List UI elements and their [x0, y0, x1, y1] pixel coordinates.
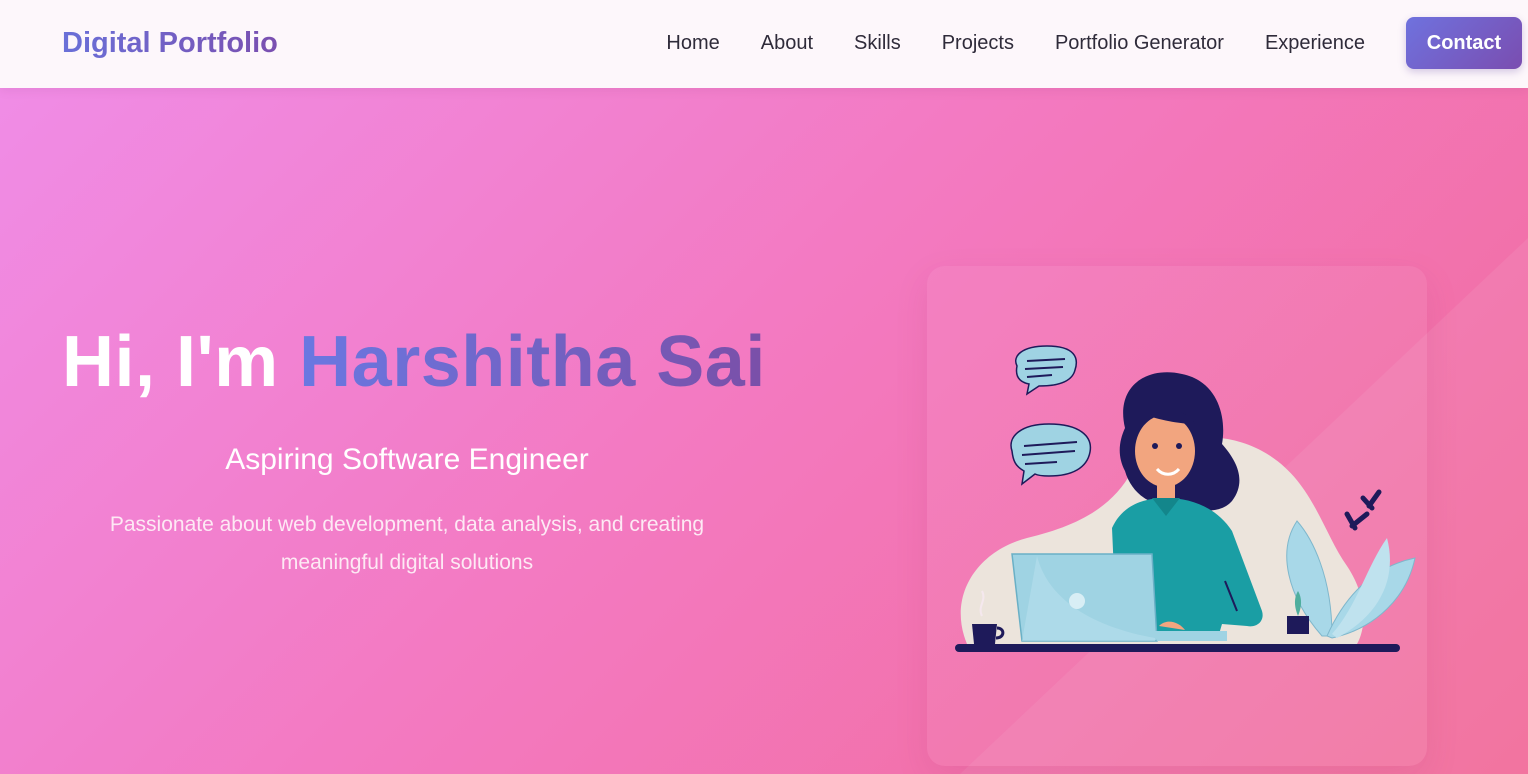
top-navbar: Digital Portfolio Home About Skills Proj…	[0, 0, 1528, 88]
nav-link-experience[interactable]: Experience	[1265, 17, 1365, 69]
nav-link-home[interactable]: Home	[666, 17, 719, 69]
speech-bubble-icon	[1010, 423, 1092, 486]
nav-link-skills[interactable]: Skills	[854, 17, 901, 69]
hero-greeting: Hi, I'm	[62, 322, 279, 402]
nav-links: Home About Skills Projects Portfolio Gen…	[666, 17, 1522, 69]
nav-link-portfolio-generator[interactable]: Portfolio Generator	[1055, 17, 1224, 69]
speech-bubble-icon	[1015, 345, 1077, 396]
nav-link-projects[interactable]: Projects	[942, 17, 1014, 69]
woman-at-laptop-illustration	[955, 345, 1416, 652]
nav-link-about[interactable]: About	[761, 17, 813, 69]
hero-subtitle: Aspiring Software Engineer	[225, 443, 589, 476]
hero-title: Hi, I'm Harshitha Sai	[62, 320, 766, 404]
illustration-card	[927, 266, 1427, 766]
hero-section: Hi, I'm Harshitha Sai Aspiring Software …	[0, 88, 1528, 774]
hero-description: Passionate about web development, data a…	[109, 513, 705, 574]
hero-name: Harshitha Sai	[299, 322, 766, 402]
contact-button[interactable]: Contact	[1406, 17, 1522, 69]
brand-logo[interactable]: Digital Portfolio	[62, 24, 278, 62]
